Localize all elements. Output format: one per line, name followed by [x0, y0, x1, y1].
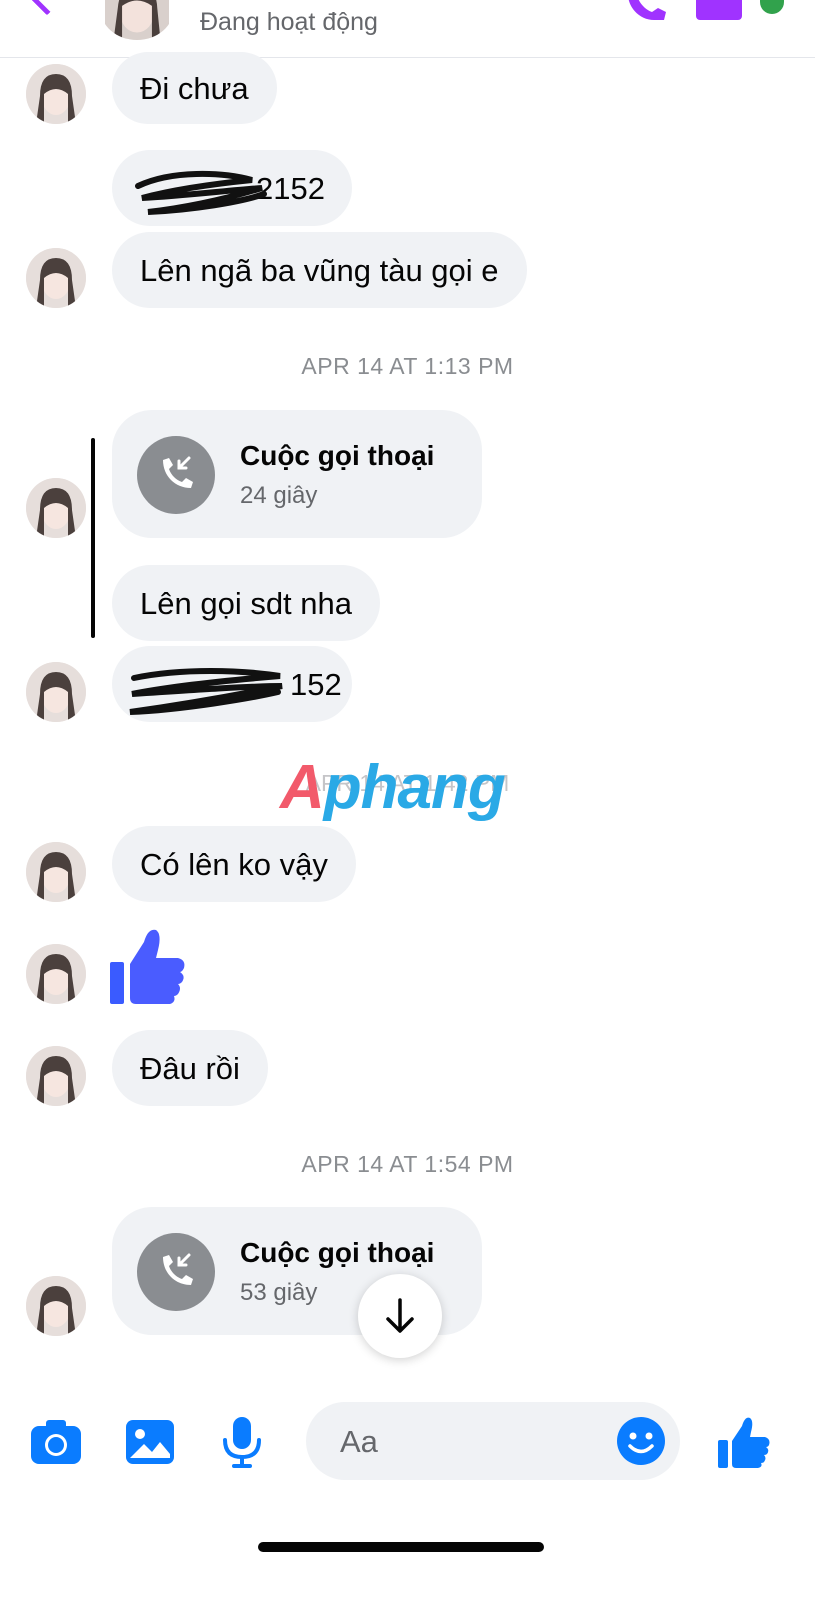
watermark-logo: Aphang — [280, 753, 506, 822]
arrow-down-icon — [386, 1298, 414, 1333]
message-text: Có lên ko vậy — [140, 846, 328, 882]
sender-avatar[interactable] — [26, 64, 86, 124]
message-bubble[interactable]: Lên gọi sdt nha — [112, 565, 381, 641]
avatar-image — [26, 944, 86, 1004]
call-incoming-icon — [137, 1233, 215, 1311]
sender-avatar[interactable] — [26, 1046, 86, 1106]
video-icon[interactable] — [696, 0, 742, 20]
timestamp: APR 14 AT 1:54 PM — [301, 1151, 514, 1177]
sender-avatar[interactable] — [26, 662, 86, 722]
avatar-image — [26, 478, 86, 538]
message-bubble[interactable]: Đi chưa — [112, 52, 277, 124]
scroll-to-bottom-button[interactable] — [358, 1274, 442, 1358]
sender-avatar[interactable] — [26, 842, 86, 902]
avatar-image — [26, 1276, 86, 1336]
microphone-icon[interactable] — [214, 1414, 270, 1470]
sender-avatar[interactable] — [26, 478, 86, 538]
call-duration: 53 giây — [240, 1279, 318, 1306]
sender-avatar[interactable] — [26, 1276, 86, 1336]
avatar-image — [26, 248, 86, 308]
message-input[interactable]: Aa — [306, 1402, 680, 1480]
avatar-image — [26, 1046, 86, 1106]
home-indicator — [258, 1542, 544, 1552]
call-bubble[interactable]: Cuộc gọi thoại 24 giây — [112, 410, 482, 538]
chat-header: Đang hoạt động — [0, 0, 815, 58]
message-text: Lên ngã ba vũng tàu gọi e — [140, 252, 499, 288]
call-title: Cuộc gọi thoại — [240, 1237, 435, 1268]
message-text: 2152 — [256, 170, 325, 206]
avatar-image — [26, 842, 86, 902]
message-bubble[interactable]: Đâu rồi — [112, 1030, 268, 1106]
message-bubble[interactable]: 2152 — [112, 150, 352, 226]
composer-bar: Aa — [0, 1400, 815, 1490]
input-placeholder: Aa — [340, 1424, 378, 1459]
thumbs-up-icon[interactable] — [108, 924, 188, 1006]
phone-icon[interactable] — [624, 0, 670, 24]
thumbs-up-icon[interactable] — [716, 1414, 772, 1470]
contact-avatar[interactable] — [100, 0, 174, 40]
avatar-image — [105, 0, 169, 40]
active-status: Đang hoạt động — [200, 8, 378, 36]
message-bubble[interactable]: Lên ngã ba vũng tàu gọi e — [112, 232, 527, 308]
reply-indicator — [91, 438, 95, 638]
active-dot — [760, 0, 784, 14]
message-text: Đi chưa — [140, 70, 249, 106]
image-icon[interactable] — [122, 1414, 178, 1470]
call-incoming-icon — [137, 436, 215, 514]
sender-avatar[interactable] — [26, 944, 86, 1004]
camera-icon[interactable] — [28, 1414, 84, 1470]
message-bubble[interactable]: 152 — [112, 646, 352, 722]
back-icon[interactable] — [28, 0, 66, 16]
call-title: Cuộc gọi thoại — [240, 440, 435, 471]
message-text: Lên gọi sdt nha — [140, 585, 353, 621]
sender-avatar[interactable] — [26, 248, 86, 308]
emoji-icon[interactable] — [616, 1416, 666, 1466]
call-duration: 24 giây — [240, 482, 318, 509]
avatar-image — [26, 662, 86, 722]
avatar-image — [26, 64, 86, 124]
timestamp: APR 14 AT 1:13 PM — [301, 353, 514, 379]
message-bubble[interactable]: Có lên ko vậy — [112, 826, 356, 902]
message-text: Đâu rồi — [140, 1050, 240, 1086]
message-text: 152 — [290, 666, 342, 702]
